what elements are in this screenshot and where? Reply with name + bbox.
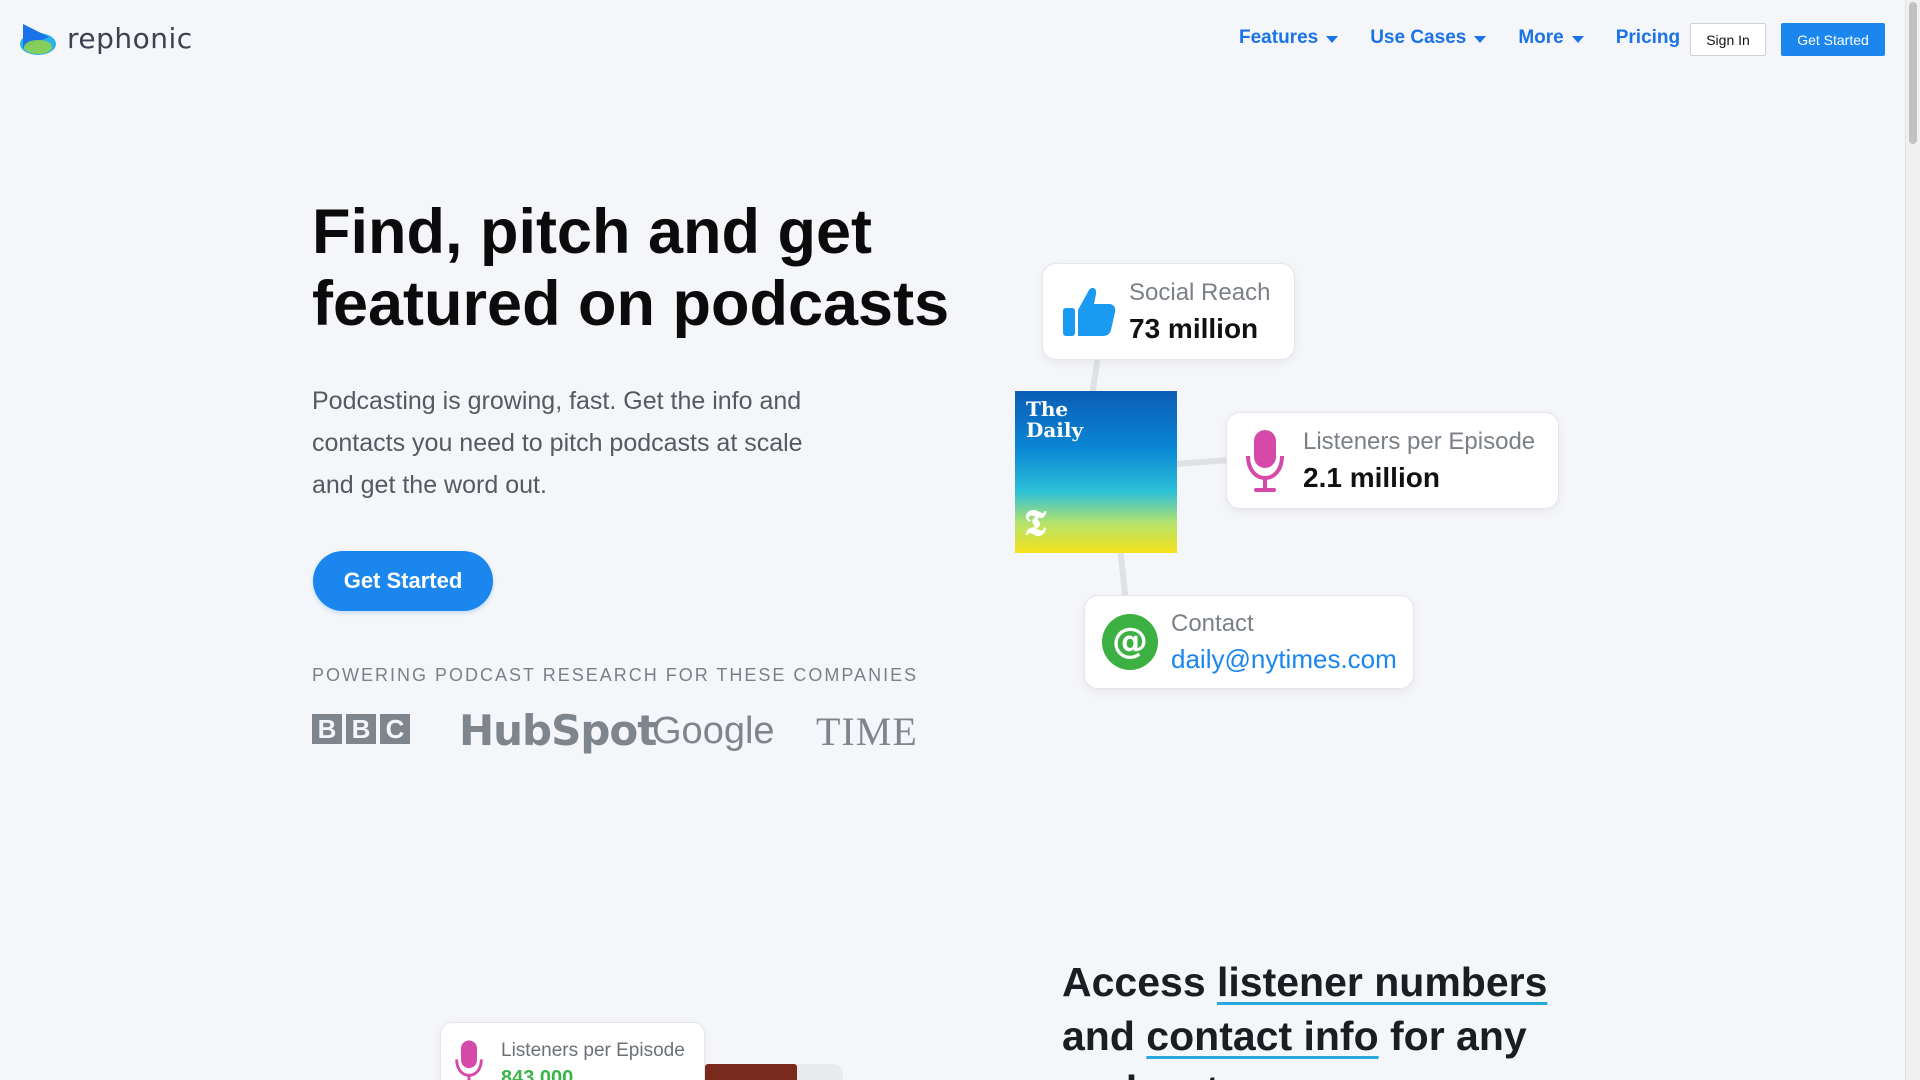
sign-in-button[interactable]: Sign In (1690, 23, 1766, 56)
time-logo: TIME (816, 709, 918, 754)
podcast-art-title: The Daily (1026, 399, 1083, 441)
powering-label: POWERING PODCAST RESEARCH FOR THESE COMP… (312, 665, 919, 685)
podcast-artwork-thumbnail (705, 1064, 797, 1080)
hero-title-line2: featured on podcasts (312, 269, 950, 339)
nav-features-label: Features (1239, 27, 1319, 48)
listeners-text: Listeners per Episode 2.1 million (1303, 428, 1535, 494)
contact-text: Contact daily@nytimes.com (1171, 610, 1397, 675)
hero-subtitle: Podcasting is growing, fast. Get the inf… (312, 387, 803, 499)
listeners-value: 2.1 million (1303, 461, 1440, 493)
scrollbar-thumb[interactable] (1909, 2, 1917, 144)
contact-card: @ Contact daily@nytimes.com (1084, 595, 1414, 689)
bbc-letter-b1: B (312, 714, 342, 744)
listeners-small-value: 843,000 (501, 1067, 574, 1080)
nav-links: Features Use Cases More Pricing (1239, 27, 1710, 49)
connector-line (1089, 359, 1101, 393)
chevron-down-icon (1571, 35, 1584, 43)
contact-info-link[interactable]: contact info (1146, 1013, 1378, 1059)
page-scrollbar[interactable] (1905, 0, 1920, 1080)
listeners-label: Listeners per Episode (1303, 427, 1536, 455)
rephonic-logo[interactable]: rephonic (19, 20, 193, 56)
podcast-artwork-peek (705, 1064, 843, 1080)
listener-numbers-link[interactable]: listener numbers (1217, 959, 1547, 1005)
chevron-down-icon (1474, 35, 1487, 43)
section-title-pre: Access (1062, 959, 1218, 1005)
hero-get-started-button[interactable]: Get Started (313, 551, 493, 611)
section-title: Access listener numbers and contact info… (1062, 955, 1622, 1080)
connector-line (1175, 457, 1230, 467)
nyt-logo-icon: 𝕿 (1024, 503, 1047, 543)
bbc-logo: B B C (312, 714, 410, 744)
nav-use-cases-label: Use Cases (1370, 27, 1467, 48)
nav-pricing-label: Pricing (1615, 27, 1681, 48)
listeners-card: Listeners per Episode 2.1 million (1226, 412, 1559, 509)
nav-more-label: More (1518, 27, 1564, 48)
top-navigation: rephonic Features Use Cases More Pricing… (0, 0, 1905, 80)
hero-title: Find, pitch and get featured on podcasts (312, 196, 1012, 340)
microphone-icon (455, 1040, 483, 1080)
rephonic-logo-icon (20, 24, 56, 55)
chevron-down-icon (1326, 35, 1339, 43)
bbc-letter-c: C (380, 714, 410, 744)
logo-wordmark: rephonic (67, 21, 193, 55)
section-title-line3: podcast (1062, 1067, 1219, 1080)
podcast-artwork[interactable]: The Daily 𝕿 (1015, 391, 1177, 553)
bbc-letter-b2: B (346, 714, 376, 744)
section-title-post: for any (1378, 1013, 1527, 1059)
social-reach-label: Social Reach (1129, 278, 1271, 306)
section-title-mid: and (1062, 1013, 1147, 1059)
nav-more[interactable]: More (1518, 27, 1584, 49)
social-reach-value: 73 million (1129, 312, 1259, 344)
google-logo: Google (652, 710, 775, 752)
thumbs-up-icon (1060, 284, 1118, 340)
social-reach-text: Social Reach 73 million (1129, 279, 1270, 345)
at-sign-icon: @ (1102, 614, 1158, 670)
microphone-icon (1242, 428, 1288, 494)
nav-features[interactable]: Features (1239, 27, 1339, 49)
listeners-card-small: Listeners per Episode 843,000 (440, 1022, 705, 1080)
listeners-small-label: Listeners per Episode (501, 1040, 685, 1061)
connector-line (1117, 552, 1129, 598)
contact-label: Contact (1171, 609, 1254, 637)
nav-pricing[interactable]: Pricing (1616, 27, 1680, 49)
hubspot-logo: HubSpot (459, 706, 657, 755)
nav-use-cases[interactable]: Use Cases (1370, 27, 1487, 49)
nav-get-started-button[interactable]: Get Started (1781, 23, 1885, 56)
hero-title-line1: Find, pitch and get (312, 197, 872, 267)
social-reach-card: Social Reach 73 million (1042, 263, 1295, 360)
contact-email-link[interactable]: daily@nytimes.com (1171, 644, 1397, 675)
podcast-art-title-line2: Daily (1026, 418, 1084, 442)
